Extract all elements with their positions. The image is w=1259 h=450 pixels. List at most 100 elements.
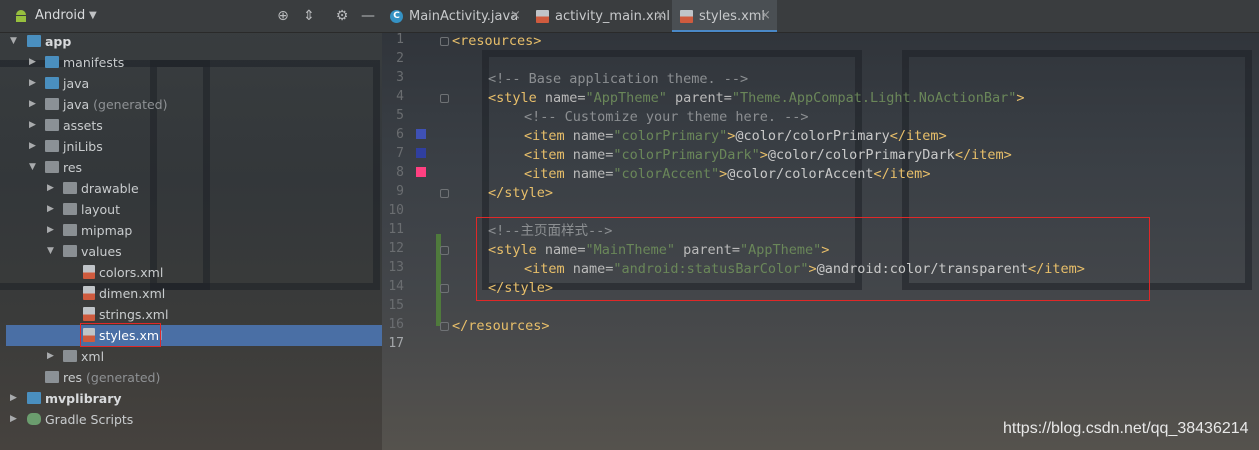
watermark: https://blog.csdn.net/qq_38436214	[1003, 420, 1249, 437]
tree-item-values[interactable]: ▼ values	[0, 241, 382, 262]
chevron-right-icon[interactable]: ▶	[10, 414, 18, 424]
close-icon[interactable]: ×	[760, 8, 771, 23]
xml-tag: <style	[488, 90, 545, 106]
chevron-right-icon[interactable]: ▶	[29, 99, 37, 109]
xml-tag: </item>	[873, 166, 931, 182]
xml-file-icon	[83, 307, 95, 321]
tree-item-assets[interactable]: ▶ assets	[0, 115, 382, 136]
ide-window: Android ▼ ⊕ ⇕ ⚙ — ▼ app ▶ manifests ▶ ja…	[0, 0, 1259, 450]
folder-icon	[63, 224, 77, 236]
tab-styles-xml[interactable]: styles.xml ×	[672, 0, 777, 32]
line-number: 2	[396, 51, 404, 66]
tree-item-res-generated[interactable]: res (generated)	[0, 367, 382, 388]
tree-item-label: Gradle Scripts	[45, 412, 134, 427]
chevron-right-icon[interactable]: ▶	[47, 225, 55, 235]
tree-item-styles-xml[interactable]: styles.xml	[0, 325, 382, 346]
color-swatch-icon[interactable]	[416, 148, 426, 158]
xml-tag: <resources>	[452, 33, 542, 49]
tab-activity-main-xml[interactable]: activity_main.xml ×	[528, 0, 670, 32]
tree-item-mipmap[interactable]: ▶ mipmap	[0, 220, 382, 241]
tree-item-drawable[interactable]: ▶ drawable	[0, 178, 382, 199]
xml-value: "colorPrimary"	[613, 128, 728, 144]
chevron-right-icon[interactable]: ▶	[29, 57, 37, 67]
fold-toggle-icon[interactable]	[440, 37, 449, 46]
xml-file-icon	[83, 265, 95, 279]
code-line-8: <item name="colorAccent">@color/colorAcc…	[524, 165, 930, 184]
chevron-down-icon[interactable]: ▼	[10, 36, 18, 46]
line-number: 5	[396, 108, 404, 123]
close-icon[interactable]: ×	[655, 8, 666, 23]
xml-text: @color/colorPrimary	[735, 128, 890, 144]
tree-item-label: app	[45, 34, 72, 49]
code-line-4: <style name="AppTheme" parent="Theme.App…	[488, 89, 1024, 108]
color-swatch-icon[interactable]	[416, 129, 426, 139]
folder-icon	[63, 182, 77, 194]
fold-toggle-icon[interactable]	[440, 246, 449, 255]
line-number: 4	[396, 89, 404, 104]
collapse-all-icon[interactable]: ⇕	[301, 8, 317, 24]
code-line-6: <item name="colorPrimary">@color/colorPr…	[524, 127, 947, 146]
code-line-1: <resources>	[452, 32, 541, 51]
xml-tag: >	[719, 166, 728, 182]
chevron-down-icon[interactable]: ▼	[47, 246, 55, 256]
chevron-right-icon[interactable]: ▶	[29, 120, 37, 130]
chevron-right-icon[interactable]: ▶	[47, 351, 55, 361]
project-view-selector[interactable]: Android	[35, 8, 85, 23]
chevron-right-icon[interactable]: ▶	[47, 183, 55, 193]
xml-tag: >	[1016, 90, 1025, 106]
line-number: 16	[388, 317, 404, 332]
tab-mainactivity-java[interactable]: C MainActivity.java ×	[382, 0, 524, 32]
tree-item-label: dimen.xml	[99, 286, 166, 301]
tree-item-app[interactable]: ▼ app	[0, 31, 382, 52]
tree-item-label: jniLibs	[63, 139, 103, 154]
tree-item-xml[interactable]: ▶ xml	[0, 346, 382, 367]
hide-icon[interactable]: —	[360, 8, 376, 24]
code-line-7: <item name="colorPrimaryDark">@color/col…	[524, 146, 1012, 165]
chevron-down-icon[interactable]: ▼	[89, 10, 97, 21]
code-line-16: </resources>	[452, 317, 550, 336]
fold-toggle-icon[interactable]	[440, 284, 449, 293]
color-swatch-icon[interactable]	[416, 167, 426, 177]
tree-item-label: mvplibrary	[45, 391, 122, 406]
tree-item-java-generated[interactable]: ▶ java (generated)	[0, 94, 382, 115]
folder-icon	[45, 119, 59, 131]
fold-toggle-icon[interactable]	[440, 322, 449, 331]
tree-item-label: layout	[81, 202, 121, 217]
tree-item-gradle-scripts[interactable]: ▶ Gradle Scripts	[0, 409, 382, 430]
chevron-right-icon[interactable]: ▶	[10, 393, 18, 403]
fold-toggle-icon[interactable]	[440, 94, 449, 103]
project-toolbar: Android ▼ ⊕ ⇕ ⚙ —	[0, 0, 382, 33]
tree-item-dimen-xml[interactable]: dimen.xml	[0, 283, 382, 304]
line-number: 13	[388, 260, 404, 275]
tree-item-label: java	[63, 76, 90, 91]
chevron-right-icon[interactable]: ▶	[29, 78, 37, 88]
xml-text: @color/colorAccent	[727, 166, 874, 182]
xml-value: "colorAccent"	[613, 166, 720, 182]
tree-item-strings-xml[interactable]: strings.xml	[0, 304, 382, 325]
xml-tag: <item	[524, 128, 573, 144]
tree-item-mvplibrary[interactable]: ▶ mvplibrary	[0, 388, 382, 409]
chevron-down-icon[interactable]: ▼	[29, 162, 37, 172]
fold-toggle-icon[interactable]	[440, 189, 449, 198]
line-number: 7	[396, 146, 404, 161]
tree-item-layout[interactable]: ▶ layout	[0, 199, 382, 220]
tree-item-res[interactable]: ▼ res	[0, 157, 382, 178]
close-icon[interactable]: ×	[510, 8, 521, 23]
xml-tag: </item>	[954, 147, 1012, 163]
tree-item-label: strings.xml	[99, 307, 169, 322]
tree-item-label: assets	[63, 118, 103, 133]
project-panel: Android ▼ ⊕ ⇕ ⚙ — ▼ app ▶ manifests ▶ ja…	[0, 0, 382, 450]
chevron-right-icon[interactable]: ▶	[29, 141, 37, 151]
tree-item-jnilibs[interactable]: ▶ jniLibs	[0, 136, 382, 157]
locate-icon[interactable]: ⊕	[275, 8, 291, 24]
tree-item-manifests[interactable]: ▶ manifests	[0, 52, 382, 73]
folder-icon	[63, 203, 77, 215]
module-folder-icon	[27, 35, 41, 47]
tree-item-colors-xml[interactable]: colors.xml	[0, 262, 382, 283]
line-number: 1	[396, 32, 404, 47]
gear-icon[interactable]: ⚙	[334, 8, 350, 24]
xml-text: @color/colorPrimaryDark	[767, 147, 955, 163]
tree-item-java[interactable]: ▶ java	[0, 73, 382, 94]
line-number-gutter: 1 2 3 4 5 6 7 8 9 10 11 12 13 14 15 16 1…	[382, 32, 441, 450]
chevron-right-icon[interactable]: ▶	[47, 204, 55, 214]
